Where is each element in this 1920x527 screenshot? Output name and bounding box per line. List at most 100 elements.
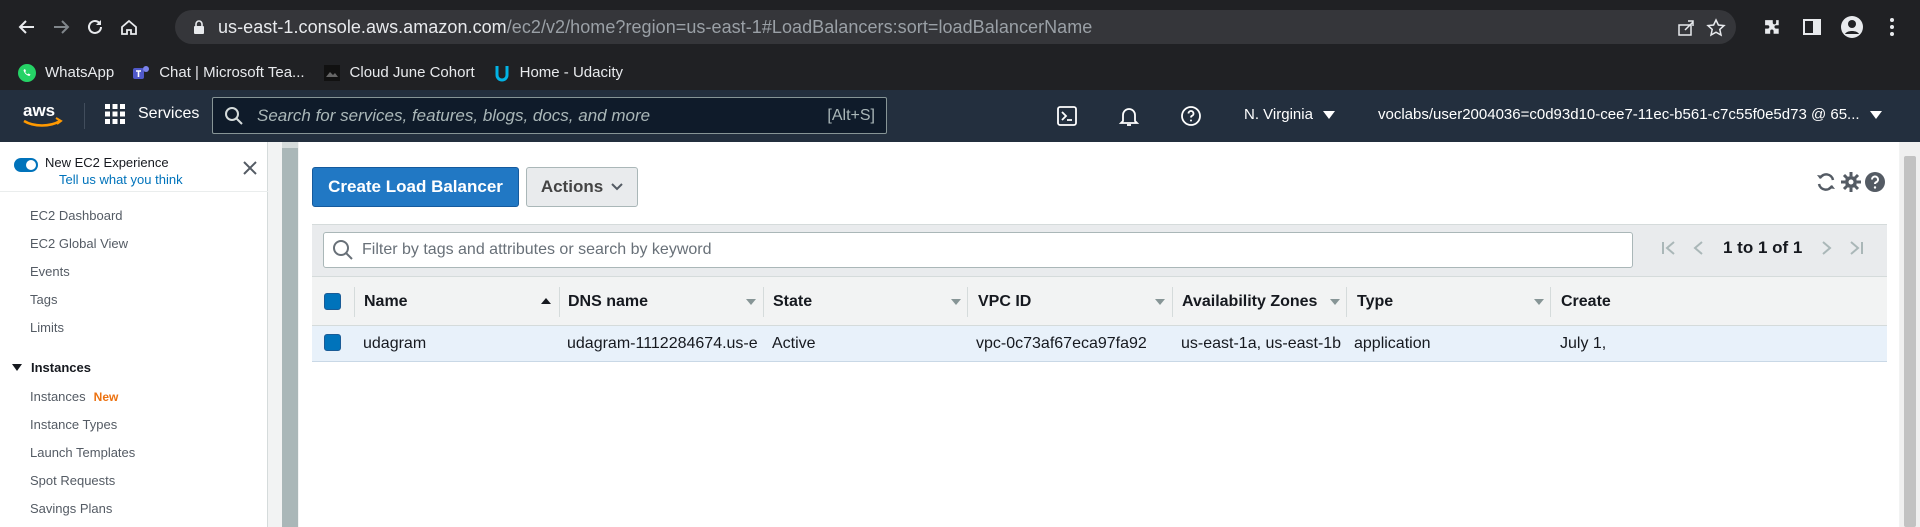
sidebar-item-events[interactable]: Events [30,264,70,279]
column-header-availability-zones[interactable]: Availability Zones [1182,277,1317,327]
cell-dns-name: udagram-1112284674.us-ea... [567,335,757,352]
region-selector[interactable]: N. Virginia [1244,106,1335,123]
search-icon [332,239,354,261]
home-icon[interactable] [116,14,142,40]
column-separator [763,287,764,317]
column-header-dns-name[interactable]: DNS name [568,277,648,327]
sidebar-item-ec2-dashboard[interactable]: EC2 Dashboard [30,208,123,223]
sidebar-item-instances[interactable]: Instances New [30,389,118,404]
caret-down-icon [1322,110,1335,119]
next-page-icon[interactable] [1816,238,1836,258]
sidebar-item-instance-types[interactable]: Instance Types [30,417,117,432]
last-page-icon[interactable] [1846,238,1866,258]
bookmark-teams[interactable]: Chat | Microsoft Tea... [131,63,305,83]
sidebar-item-savings-plans[interactable]: Savings Plans [30,501,112,516]
header-divider [84,103,85,129]
column-header-name[interactable]: Name [364,277,408,327]
cell-name: udagram [363,335,427,352]
load-balancers-panel: Create Load Balancer Actions Filter by t… [299,142,1899,527]
ec2-sidebar: New EC2 Experience Tell us what you thin… [0,142,268,527]
column-header-vpc-id[interactable]: VPC ID [978,277,1031,327]
sidebar-item-ec2-global-view[interactable]: EC2 Global View [30,236,128,251]
bookmark-cloud-cohort[interactable]: Cloud June Cohort [322,63,475,83]
help-question-icon[interactable] [1864,171,1886,193]
pagination: 1 to 1 of 1 [1659,238,1866,258]
whatsapp-icon [17,63,37,83]
page-range-text: 1 to 1 of 1 [1723,238,1803,257]
console-search-input[interactable]: Search for services, features, blogs, do… [212,97,887,134]
back-arrow-icon[interactable] [14,14,40,40]
notifications-bell-icon[interactable] [1116,103,1142,129]
column-separator [354,287,355,317]
actions-button[interactable]: Actions [526,167,638,207]
sort-ascending-icon[interactable] [541,298,551,304]
feedback-link[interactable]: Tell us what you think [59,172,183,187]
url-text: us-east-1.console.aws.amazon.com/ec2/v2/… [218,16,1093,37]
lock-icon [190,18,208,36]
refresh-icon[interactable] [1814,170,1838,194]
aws-logo[interactable]: aws [20,99,64,131]
sidebar-item-limits[interactable]: Limits [30,320,64,335]
create-load-balancer-button[interactable]: Create Load Balancer [312,167,519,207]
sort-caret-icon[interactable] [1155,299,1165,305]
expand-triangle-icon [12,364,22,371]
sidebar-scrollbar-thumb[interactable] [282,148,298,527]
column-separator [1346,287,1347,317]
extensions-icon[interactable] [1760,15,1784,39]
column-separator [559,287,560,317]
settings-gear-icon[interactable] [1840,171,1862,193]
close-icon[interactable] [243,161,257,175]
reload-icon[interactable] [82,14,108,40]
bookmark-udacity[interactable]: Home - Udacity [492,63,623,83]
main-scrollbar-thumb[interactable] [1904,156,1916,527]
grid-menu-icon [104,103,126,125]
account-menu[interactable]: voclabs/user2004036=c0d93d10-cee7-11ec-b… [1378,106,1882,123]
new-experience-toggle-row: New EC2 Experience [14,155,169,172]
sidebar-item-tags[interactable]: Tags [30,292,57,307]
address-bar[interactable]: us-east-1.console.aws.amazon.com/ec2/v2/… [175,10,1736,44]
sidebar-item-spot-requests[interactable]: Spot Requests [30,473,115,488]
column-header-state[interactable]: State [773,277,812,327]
search-icon [224,106,244,126]
services-menu-button[interactable]: Services [104,103,199,125]
filter-search-input[interactable]: Filter by tags and attributes or search … [323,232,1633,268]
bookmark-whatsapp[interactable]: WhatsApp [17,63,114,83]
side-panel-icon[interactable] [1800,15,1824,39]
share-icon[interactable] [1676,18,1696,38]
table-row[interactable]: udagram udagram-1112284674.us-ea... Acti… [312,326,1887,362]
new-experience-toggle[interactable] [14,158,38,172]
new-badge: New [93,390,119,404]
row-select-checkbox[interactable] [324,334,341,351]
select-all-checkbox[interactable] [324,293,341,310]
sort-caret-icon[interactable] [951,299,961,305]
toolbar-icons [1812,170,1886,194]
cell-vpc-id: vpc-0c73af67eca97fa92 [976,335,1147,352]
cell-state: Active [772,335,816,352]
toggle-label: New EC2 Experience [45,155,169,170]
more-vert-icon[interactable] [1880,15,1904,39]
sidebar-item-launch-templates[interactable]: Launch Templates [30,445,135,460]
cloudshell-icon[interactable] [1054,103,1080,129]
browser-toolbar: us-east-1.console.aws.amazon.com/ec2/v2/… [0,0,1920,55]
previous-page-icon[interactable] [1689,238,1709,258]
bookmark-star-icon[interactable] [1706,18,1726,38]
sidebar-section-instances[interactable]: Instances [12,360,91,375]
column-header-created[interactable]: Create [1561,277,1611,327]
column-header-type[interactable]: Type [1357,277,1393,327]
cell-created: July 1, [1560,335,1605,352]
column-separator [967,287,968,317]
profile-avatar-icon[interactable] [1840,15,1864,39]
svg-text:aws: aws [23,101,55,120]
teams-icon [131,63,151,83]
first-page-icon[interactable] [1659,238,1679,258]
sort-caret-icon[interactable] [1534,299,1544,305]
filter-bar: Filter by tags and attributes or search … [312,224,1887,276]
forward-arrow-icon[interactable] [48,14,74,40]
udacity-icon [492,63,512,83]
column-separator [1550,287,1551,317]
sidebar-divider [0,191,268,192]
sort-caret-icon[interactable] [1330,299,1340,305]
sort-caret-icon[interactable] [746,299,756,305]
caret-down-icon [1869,110,1882,119]
help-circle-icon[interactable] [1178,103,1204,129]
